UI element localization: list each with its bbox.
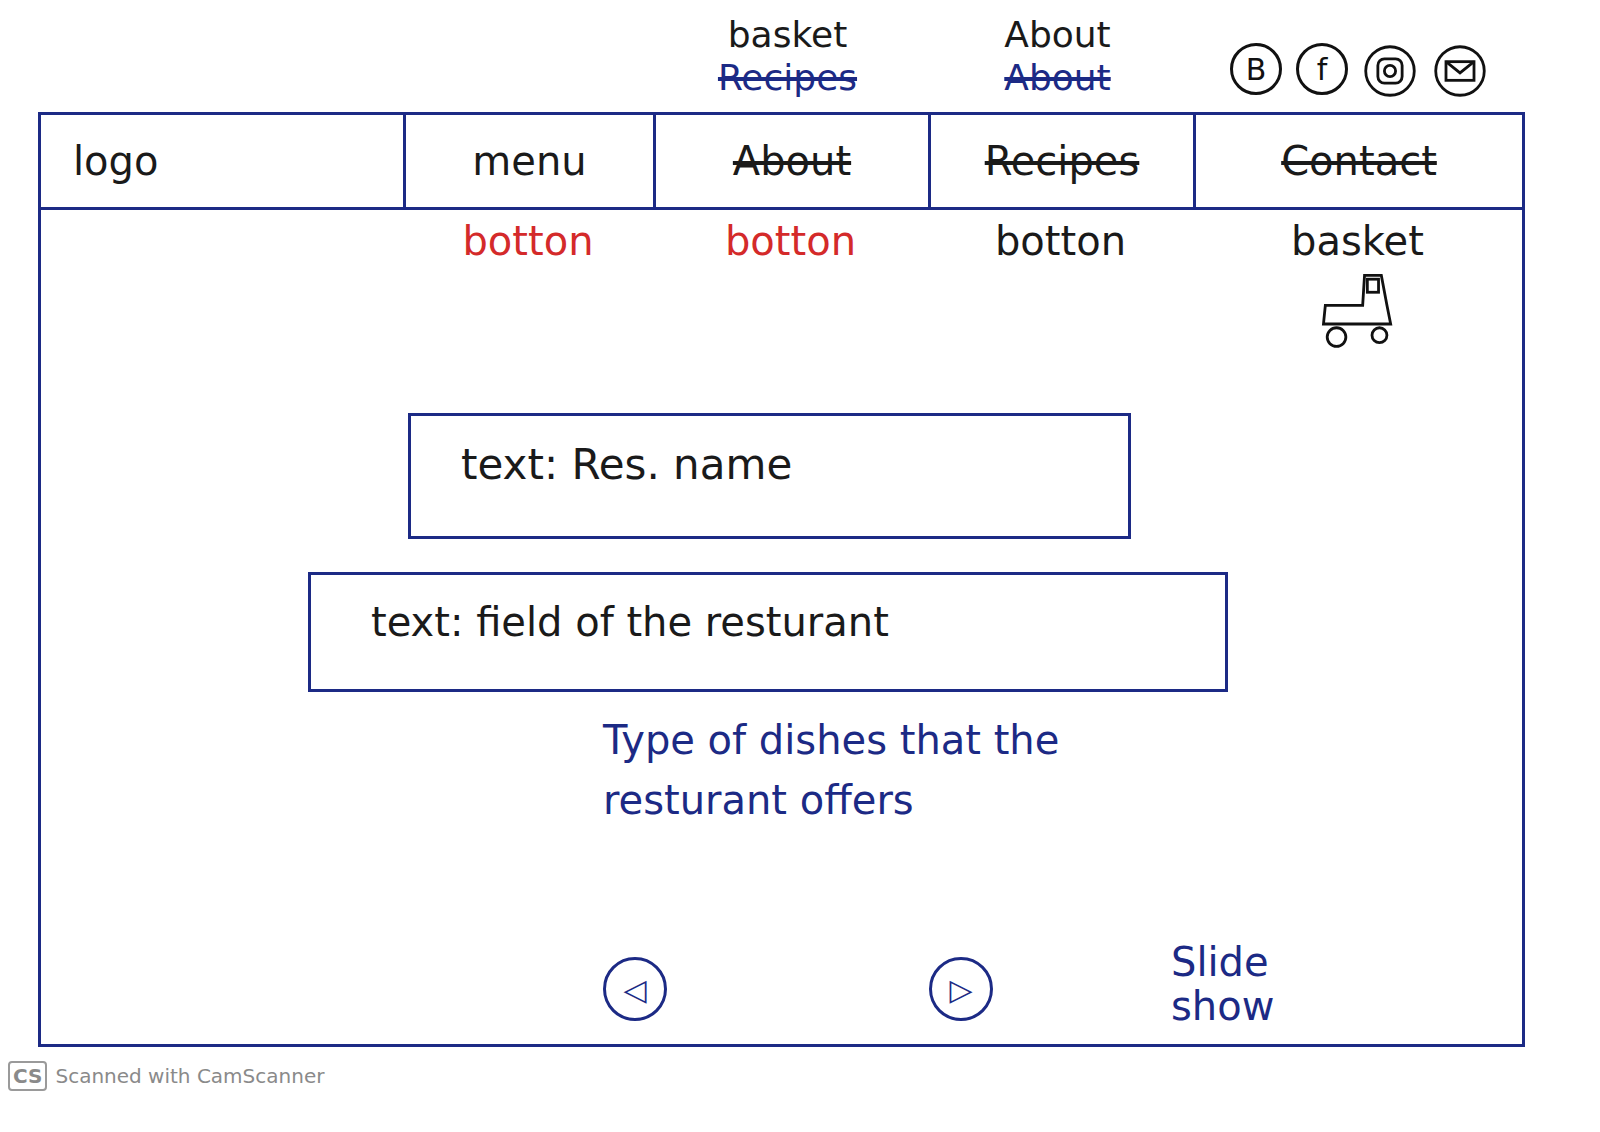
nav-annotation: basket Recipes bbox=[650, 13, 925, 99]
nav-item[interactable]: menu bbox=[403, 115, 653, 207]
social-letter-icon[interactable]: B bbox=[1230, 43, 1282, 95]
mail-icon[interactable] bbox=[1432, 43, 1488, 99]
camscanner-logo: CS bbox=[8, 1061, 47, 1091]
nav-button[interactable]: botton bbox=[928, 210, 1193, 352]
social-icons: Bf bbox=[1190, 13, 1528, 99]
nav-button[interactable]: botton bbox=[653, 210, 928, 352]
button-row: botton botton botton basket bbox=[41, 210, 1522, 345]
nav-button[interactable]: botton bbox=[403, 210, 653, 352]
nav-bar: logomenuAboutRecipesContact bbox=[41, 115, 1522, 210]
nav-annotations: basket RecipesAbout About Bf bbox=[38, 0, 1528, 112]
prev-slide-button[interactable]: ◁ bbox=[603, 957, 667, 1021]
nav-item[interactable]: Recipes bbox=[928, 115, 1193, 207]
slideshow-controls: ◁ ▷ Slideshow bbox=[41, 934, 1522, 1044]
description-line: resturant offers bbox=[603, 770, 1522, 830]
slideshow-label: Slideshow bbox=[1171, 940, 1274, 1038]
nav-annotation: About About bbox=[925, 13, 1190, 99]
nav-item[interactable]: Contact bbox=[1193, 115, 1522, 207]
dishes-description: Type of dishes that theresturant offers bbox=[603, 710, 1522, 830]
annotation-replaced: About bbox=[1004, 56, 1110, 99]
basket-button[interactable]: basket bbox=[1193, 210, 1522, 352]
description-line: Type of dishes that the bbox=[603, 710, 1522, 770]
next-slide-button[interactable]: ▷ bbox=[929, 957, 993, 1021]
social-letter-icon[interactable]: f bbox=[1296, 43, 1348, 95]
restaurant-name-box: text: Res. name bbox=[408, 413, 1131, 539]
restaurant-field-box: text: field of the resturant bbox=[308, 572, 1228, 692]
wireframe-page: basket RecipesAbout About Bf logomenuAbo… bbox=[0, 0, 1600, 1132]
instagram-icon[interactable] bbox=[1362, 43, 1418, 99]
annotation-label: About bbox=[1004, 13, 1110, 56]
page-frame: logomenuAboutRecipesContact botton botto… bbox=[38, 112, 1525, 1047]
scan-footer: CS Scanned with CamScanner bbox=[0, 1047, 1600, 1091]
cart-icon[interactable] bbox=[1316, 268, 1400, 352]
nav-item[interactable]: About bbox=[653, 115, 928, 207]
footer-text: Scanned with CamScanner bbox=[55, 1064, 324, 1088]
nav-item[interactable]: logo bbox=[41, 115, 403, 207]
annotation-label: basket bbox=[728, 13, 848, 56]
annotation-replaced: Recipes bbox=[718, 56, 857, 99]
